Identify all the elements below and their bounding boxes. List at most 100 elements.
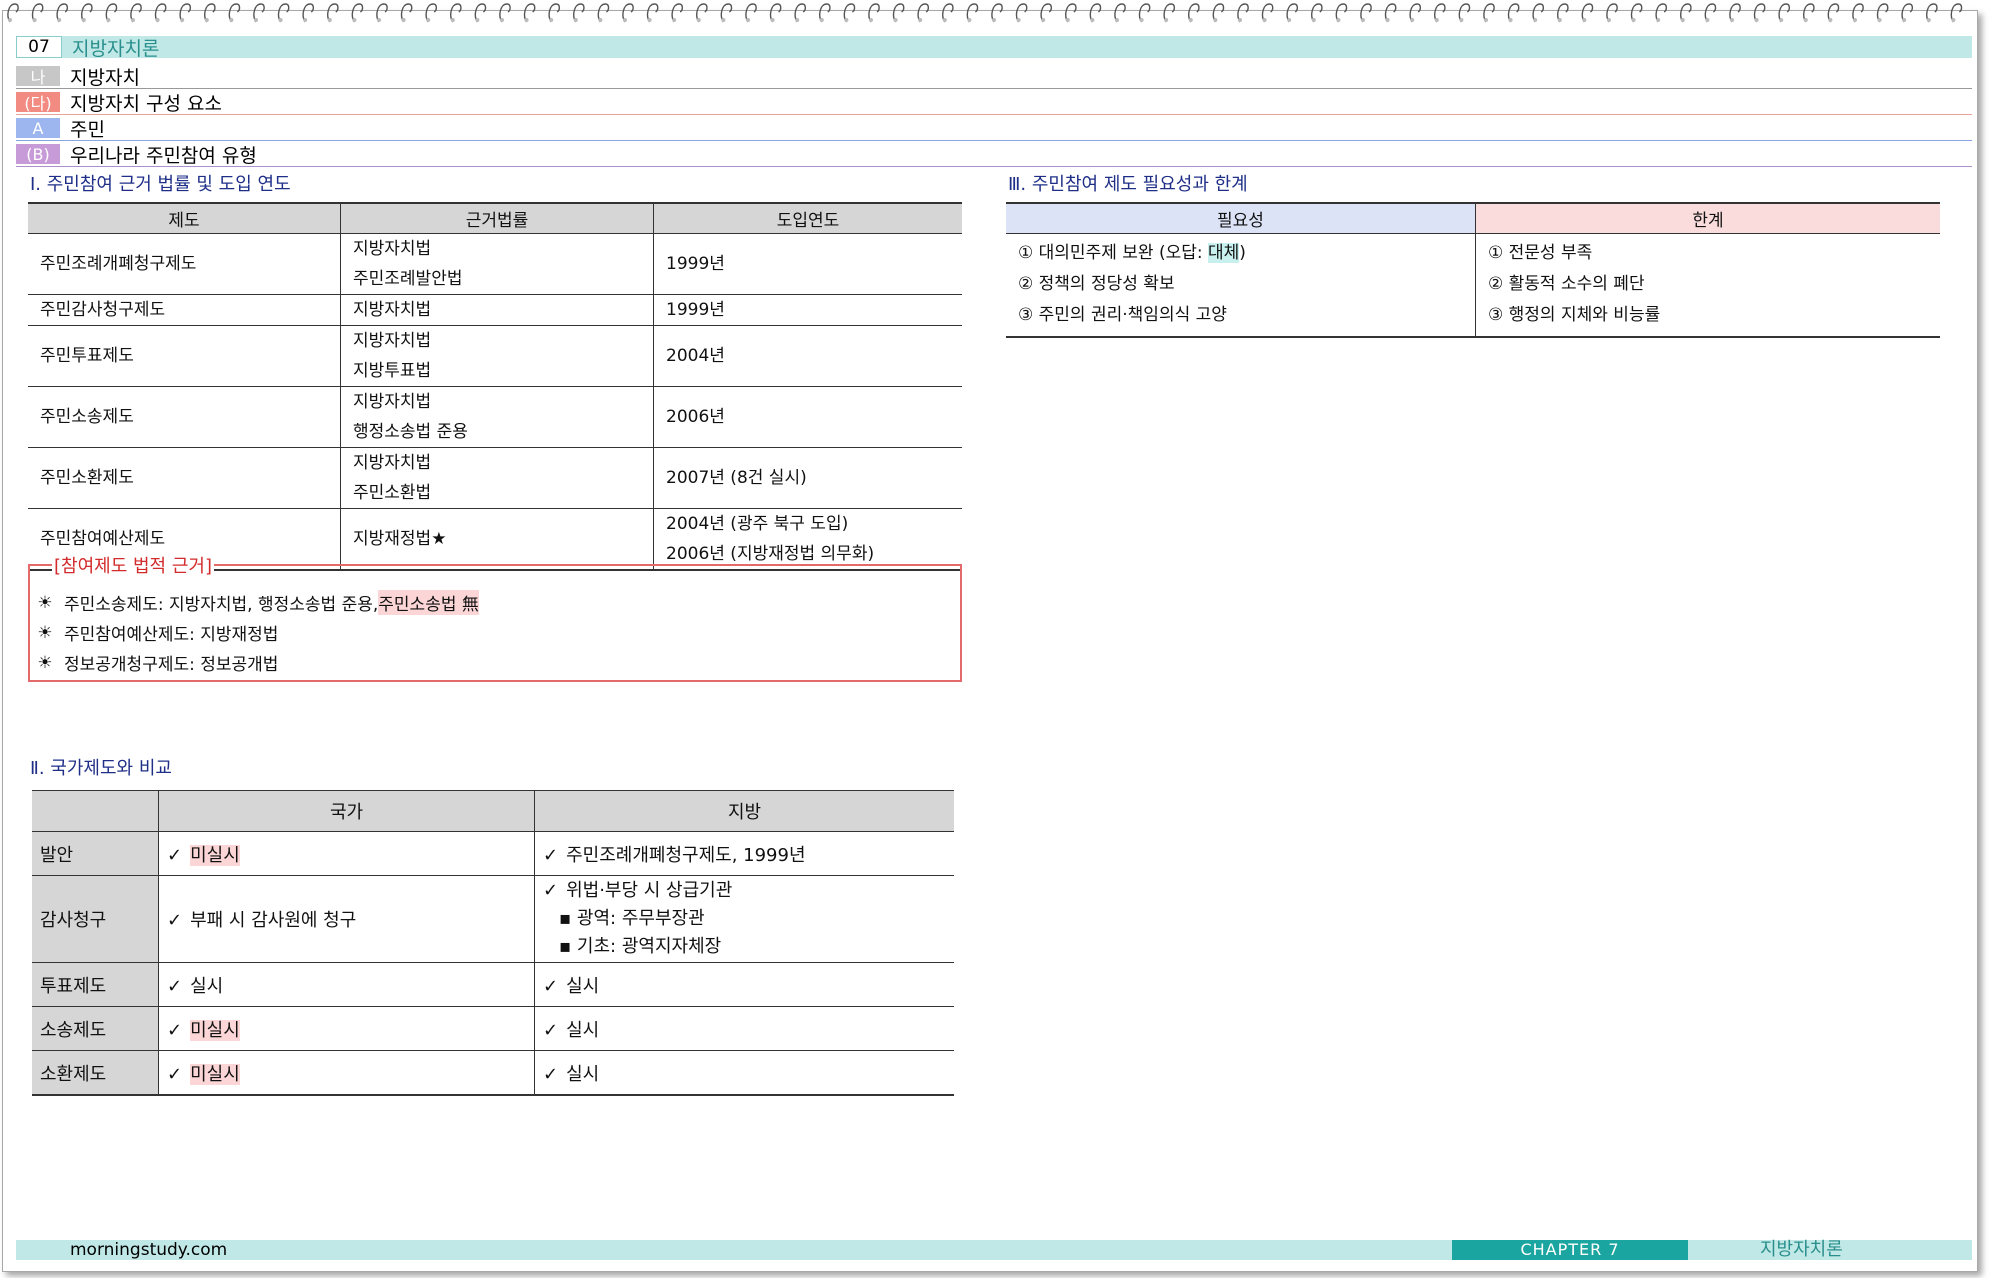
spiral-hole bbox=[1730, 18, 1734, 22]
legal-item-text: 주민소송제도: 지방자치법, 행정소송법 준용, bbox=[64, 595, 379, 615]
section-tag: A bbox=[16, 118, 60, 138]
column-header-need: 필요성 bbox=[1006, 202, 1476, 234]
section-row-da: (다) 지방자치 구성 요소 bbox=[16, 90, 1972, 115]
table-row: 감사청구 ✓ 부패 시 감사원에 청구 ✓ 위법·부당 시 상급기관 ▪ 광역: 주무부장… bbox=[32, 875, 954, 963]
law-line: 지방자치법 bbox=[353, 392, 432, 412]
section-text: 지방자치 bbox=[70, 66, 140, 89]
sun-icon: ☀ bbox=[37, 622, 53, 643]
legal-item-text: 주민참여예산제도: 지방재정법 bbox=[64, 625, 279, 645]
cell-local: ✓ 위법·부당 시 상급기관 ▪ 광역: 주무부장관 ▪ 기초: 광역지자체장 bbox=[534, 875, 954, 963]
year-line: 2004년 bbox=[666, 346, 725, 366]
square-bullet-icon: ▪ bbox=[559, 936, 577, 957]
spiral-hole bbox=[647, 18, 652, 22]
spiral-hole bbox=[1877, 18, 1882, 22]
spiral-hole bbox=[967, 18, 972, 22]
local-value: 주민조례개폐청구제도, 1999년 bbox=[566, 844, 806, 866]
limit-item: ② 활동적 소수의 폐단 bbox=[1488, 269, 1928, 300]
circled-number: ① bbox=[1488, 243, 1504, 263]
checkmark-icon: ✓ bbox=[543, 1063, 559, 1085]
spiral-hole bbox=[1434, 18, 1439, 22]
spiral-hole bbox=[942, 18, 947, 22]
local-sub-text: 광역: 주무부장관 bbox=[576, 908, 705, 929]
spiral-hole bbox=[1410, 18, 1415, 22]
need-item: ① 대의민주제 보완 (오답: 대체) bbox=[1018, 238, 1463, 269]
spiral-hole bbox=[254, 18, 258, 22]
need-text: 정책의 정당성 확보 bbox=[1038, 274, 1175, 294]
need-tail: ) bbox=[1239, 243, 1246, 263]
spiral-hole bbox=[1213, 18, 1218, 22]
need-item: ② 정책의 정당성 확보 bbox=[1018, 269, 1463, 300]
spiral-hole bbox=[1287, 18, 1292, 22]
table-row: 발안 ✓ 미실시 ✓ 주민조례개폐청구제도, 1999년 bbox=[32, 831, 954, 876]
need-limit-table: 필요성 한계 ① 대의민주제 보완 (오답: 대체) ② 정책의 정당성 확보 ③ … bbox=[1006, 202, 1940, 338]
spiral-hole bbox=[770, 18, 775, 22]
comparison-table: 국가 지방 발안 ✓ 미실시 ✓ 주민조례개폐청구제도, 1999년 감사청구 ✓ 부패 시 … bbox=[32, 790, 954, 1096]
section-text: 주민 bbox=[70, 118, 105, 141]
cell-law: 지방자치법 주민조례발안법 bbox=[340, 233, 654, 295]
spiral-hole bbox=[696, 18, 701, 22]
spiral-hole bbox=[1361, 18, 1365, 22]
spiral-hole bbox=[1238, 18, 1242, 22]
spiral-hole bbox=[1803, 18, 1808, 22]
limit-text: 전문성 부족 bbox=[1508, 243, 1593, 263]
law-line: 지방자치법 bbox=[353, 453, 432, 473]
spiral-hole bbox=[1926, 18, 1931, 22]
checkmark-icon: ✓ bbox=[167, 1063, 183, 1085]
section-text: 지방자치 구성 요소 bbox=[70, 92, 222, 115]
column-header: 근거법률 bbox=[340, 202, 654, 234]
spiral-hole bbox=[573, 18, 578, 22]
local-sub-item: ▪ 광역: 주무부장관 bbox=[543, 905, 946, 933]
section-row-a: A 주민 bbox=[16, 116, 1972, 141]
legal-item: ☀ 주민소송제도: 지방자치법, 행정소송법 준용, 주민소송법 無 bbox=[36, 590, 479, 615]
spiral-hole bbox=[1115, 18, 1119, 22]
spiral-hole bbox=[1508, 18, 1513, 22]
table-row: 소송제도 ✓ 미실시 ✓ 실시 bbox=[32, 1006, 954, 1051]
local-main: ✓ 실시 bbox=[543, 1016, 946, 1042]
circled-number: ① bbox=[1018, 243, 1034, 263]
legal-item: ☀ 주민참여예산제도: 지방재정법 bbox=[36, 620, 279, 646]
table-header-row: 필요성 한계 bbox=[1006, 202, 1940, 234]
chapter-title: 지방자치론 bbox=[72, 37, 160, 60]
footer-chapter: CHAPTER 7 bbox=[1452, 1240, 1688, 1260]
cell-national: ✓ 미실시 bbox=[158, 1050, 535, 1096]
legal-item: ☀ 정보공개청구제도: 정보공개법 bbox=[36, 650, 278, 676]
cell-year: 2006년 bbox=[653, 386, 962, 448]
cell-system: 주민투표제도 bbox=[28, 325, 341, 387]
spiral-hole bbox=[57, 18, 62, 22]
limit-text: 행정의 지체와 비능률 bbox=[1508, 305, 1661, 325]
spiral-hole bbox=[1139, 18, 1144, 22]
need-highlight: 대체 bbox=[1208, 243, 1240, 263]
legal-item-highlight: 주민소송법 無 bbox=[378, 590, 479, 615]
cell-system: 주민조례개폐청구제도 bbox=[28, 233, 341, 295]
spiral-hole bbox=[1557, 18, 1562, 22]
table-row: ① 대의민주제 보완 (오답: 대체) ② 정책의 정당성 확보 ③ 주민의 권리·… bbox=[1006, 233, 1940, 338]
spiral-hole bbox=[278, 18, 283, 22]
spiral-hole bbox=[450, 18, 455, 22]
year-line: 2007년 (8건 실시) bbox=[666, 468, 807, 488]
section2-heading: Ⅱ. 국가제도와 비교 bbox=[30, 758, 172, 779]
table-row: 소환제도 ✓ 미실시 ✓ 실시 bbox=[32, 1050, 954, 1096]
cell-law: 지방자치법 지방투표법 bbox=[340, 325, 654, 387]
spiral-hole bbox=[1164, 18, 1169, 22]
cell-law: 지방자치법 행정소송법 준용 bbox=[340, 386, 654, 448]
chapter-header: 07 지방자치론 bbox=[16, 36, 1972, 60]
table-header-row: 국가 지방 bbox=[32, 790, 954, 832]
table-row: 주민투표제도 지방자치법 지방투표법 2004년 bbox=[28, 325, 962, 387]
spiral-hole bbox=[598, 18, 603, 22]
legal-box-title: [참여제도 법적 근거] bbox=[52, 552, 214, 578]
spiral-hole bbox=[795, 18, 800, 22]
spiral-hole bbox=[1607, 18, 1611, 22]
column-header: 도입연도 bbox=[653, 202, 962, 234]
spiral-hole bbox=[918, 18, 923, 22]
checkmark-icon: ✓ bbox=[167, 844, 183, 866]
row-label: 투표제도 bbox=[32, 962, 159, 1007]
table-row: 주민소송제도 지방자치법 행정소송법 준용 2006년 bbox=[28, 386, 962, 448]
spiral-hole bbox=[1459, 18, 1464, 22]
local-main: ✓ 실시 bbox=[543, 972, 946, 998]
section-tag: (B) bbox=[16, 144, 60, 164]
sun-icon: ☀ bbox=[37, 652, 53, 673]
circled-number: ③ bbox=[1488, 305, 1504, 325]
spiral-hole bbox=[1656, 18, 1661, 22]
law-line: 주민조례발안법 bbox=[353, 269, 463, 289]
chapter-number: 07 bbox=[16, 36, 62, 58]
